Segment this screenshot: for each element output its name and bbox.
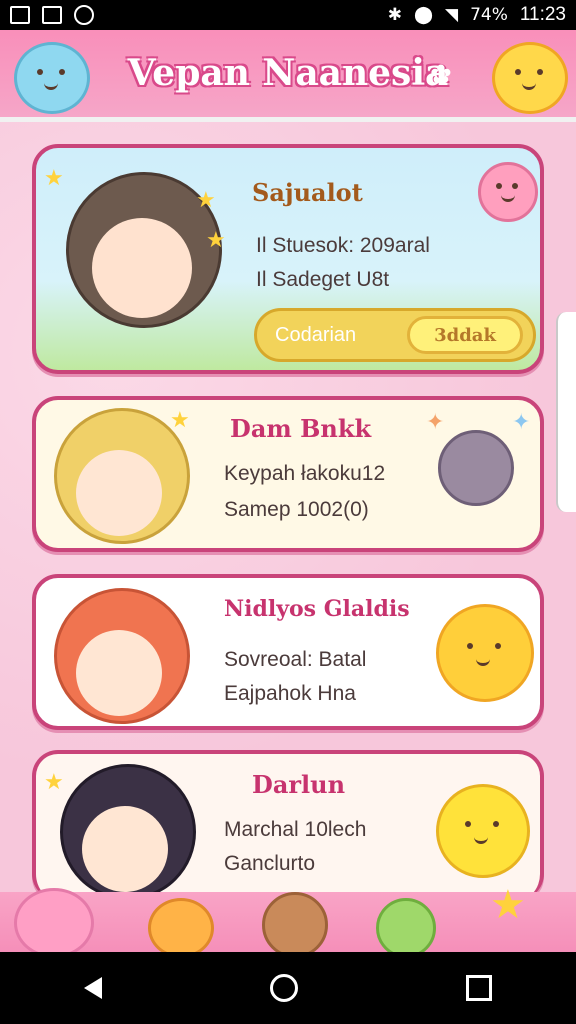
card-stat-1: Marchal 10lech: [224, 818, 367, 841]
gallery-icon: [10, 6, 30, 24]
character-card-4[interactable]: ★ Darlun Marchal 10lech Ganclurto: [32, 750, 544, 900]
bear-tab-icon[interactable]: [262, 892, 328, 958]
pill-label: Codarian: [275, 324, 357, 346]
card-stat-2: Ganclurto: [224, 852, 316, 875]
battery-level: 74%: [470, 5, 508, 25]
status-right: ✱ ⬤ ◥ 74% 11:23: [388, 4, 566, 26]
clock-time: 11:23: [519, 4, 566, 25]
mushroom-tab-icon[interactable]: [148, 898, 214, 958]
frog-tab-icon[interactable]: [376, 898, 436, 958]
character-card-3[interactable]: Nidlyos Glaldis Sovreoal: Batal Eajpahok…: [32, 574, 544, 730]
smiley-badge-icon: [478, 162, 538, 222]
star-icon: ★: [206, 228, 226, 253]
bluetooth-icon: ✱: [387, 5, 402, 25]
card-title: Nidlyos Glaldis: [224, 596, 410, 622]
sun-mascot-icon: [436, 604, 534, 702]
companion-avatar: [438, 430, 514, 506]
system-nav-bar: [0, 952, 576, 1024]
card-stat-2: Samep 1002(0): [224, 498, 369, 521]
star-icon: ★: [44, 166, 64, 191]
right-mascot-icon[interactable]: [492, 42, 568, 114]
back-icon[interactable]: [84, 977, 102, 999]
location-icon: ⬤: [413, 5, 433, 25]
lemon-mascot-icon: [436, 784, 530, 878]
alarm-icon: [74, 5, 94, 25]
status-bar: ✱ ⬤ ◥ 74% 11:23: [0, 0, 576, 30]
character-face: [82, 806, 168, 892]
card-title: Darlun: [252, 770, 346, 799]
card-stat-1: Il Stuesok: 209aral: [256, 234, 430, 257]
card-title: Dam Bnkk: [230, 414, 372, 443]
sparkle-icon: ✦: [426, 410, 445, 435]
wifi-icon: ◥: [444, 5, 459, 25]
home-icon[interactable]: [270, 974, 298, 1002]
sparkle-icon: ✦: [512, 410, 531, 435]
character-card-1[interactable]: ★ ★ ★ Sajualot Il Stuesok: 209aral Il Sa…: [32, 144, 544, 374]
pill-button[interactable]: 3ddak: [407, 316, 523, 354]
character-face: [76, 630, 162, 716]
star-icon: ★: [44, 770, 64, 795]
character-face: [76, 450, 162, 536]
card-title: Sajualot: [252, 178, 363, 207]
house-tab-icon[interactable]: [14, 888, 94, 958]
card-stat-2: Eajpahok Hna: [224, 682, 356, 705]
scrollbar[interactable]: [556, 312, 576, 512]
bottom-tab-bar: ★: [0, 882, 576, 958]
content-area: ★ ★ ★ Sajualot Il Stuesok: 209aral Il Sa…: [0, 122, 576, 900]
card-stat-1: Sovreoal: Batal: [224, 648, 367, 671]
photo-icon: [42, 6, 62, 24]
sparkle-icon: ✿: [430, 60, 452, 90]
character-card-2[interactable]: ★ Dam Bnkk Keypah łakoku12 Samep 1002(0)…: [32, 396, 544, 552]
star-icon: ★: [196, 188, 216, 213]
app-header: Vepan Naanesia ✿: [0, 30, 576, 122]
app-title: Vepan Naanesia: [127, 52, 449, 94]
action-pill: Codarian 3ddak: [254, 308, 536, 362]
star-icon: ★: [170, 408, 190, 433]
star-tab-icon[interactable]: ★: [490, 882, 526, 928]
character-face: [92, 218, 192, 318]
card-stat-2: Il Sadeget U8t: [256, 268, 390, 291]
card-stat-1: Keypah łakoku12: [224, 462, 386, 485]
recent-apps-icon[interactable]: [466, 975, 492, 1001]
status-left: [10, 5, 94, 25]
